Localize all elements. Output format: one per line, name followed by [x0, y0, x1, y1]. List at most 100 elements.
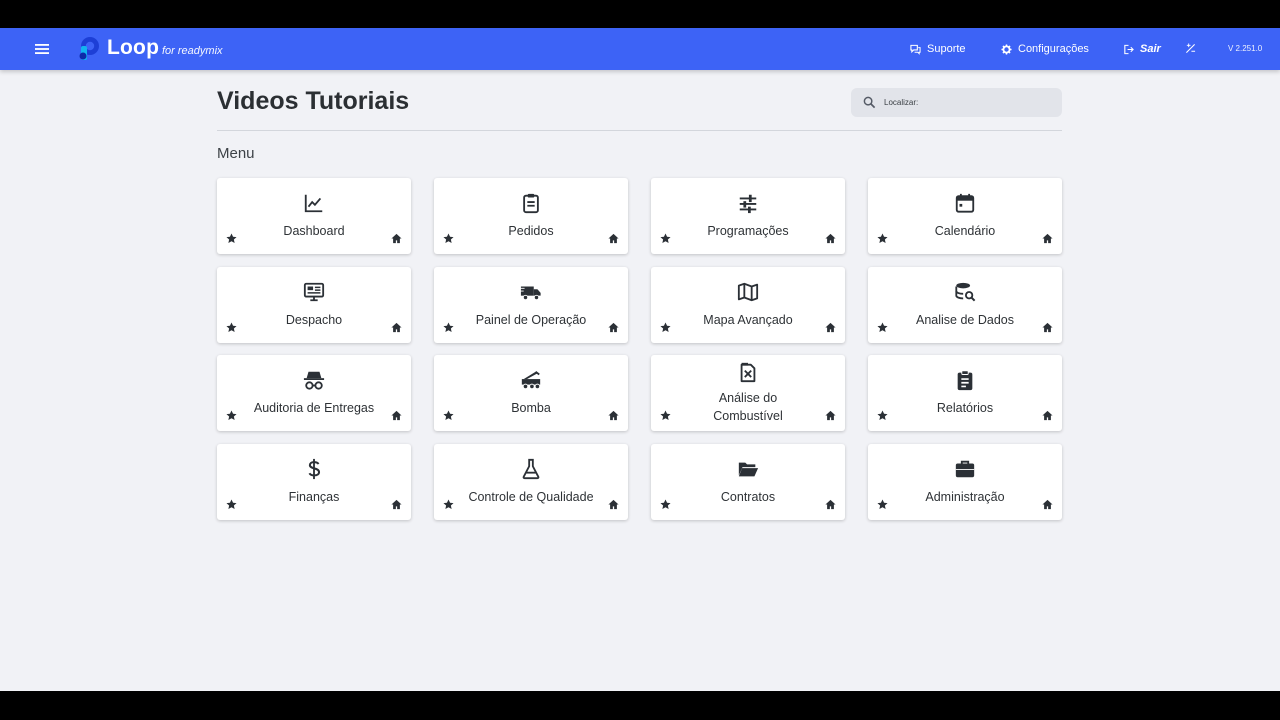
version-label: V 2.251.0: [1228, 44, 1263, 53]
star-icon[interactable]: [877, 410, 888, 421]
home-icon[interactable]: [825, 410, 836, 421]
star-icon[interactable]: [877, 233, 888, 244]
app-window: Loop for readymix Suporte Configurações: [0, 28, 1280, 691]
letterbox-bottom: [0, 691, 1280, 720]
home-icon[interactable]: [391, 233, 402, 244]
dollar-icon: [308, 458, 321, 479]
star-icon[interactable]: [877, 498, 888, 510]
map-icon: [737, 282, 759, 301]
card-contratos[interactable]: Contratos: [651, 443, 845, 520]
card-label: Administração: [925, 489, 1005, 504]
star-icon[interactable]: [443, 498, 454, 510]
card-calendario[interactable]: Calendário: [868, 178, 1062, 254]
home-icon[interactable]: [608, 233, 619, 244]
page-title: Videos Tutoriais: [217, 87, 410, 115]
card-bomba[interactable]: Bomba: [434, 355, 628, 431]
menu-card-grid: Dashboard Pedidos Programações Calendári…: [217, 178, 1062, 520]
card-label: Calendário: [934, 224, 996, 238]
search-box: [851, 88, 1062, 117]
star-icon[interactable]: [226, 233, 237, 244]
card-programacoes[interactable]: Programações: [651, 178, 845, 254]
palette-icon[interactable]: [1185, 43, 1196, 54]
top-navigation-bar: Loop for readymix Suporte Configurações: [0, 28, 1280, 70]
nav-configuracoes-label: Configurações: [1018, 43, 1089, 55]
card-controle-de-qualidade[interactable]: Controle de Qualidade: [434, 443, 628, 520]
nav-suporte[interactable]: Suporte: [910, 40, 966, 58]
star-icon[interactable]: [660, 410, 671, 421]
card-label: Programações: [707, 224, 789, 238]
home-icon[interactable]: [1042, 410, 1053, 421]
home-icon[interactable]: [608, 322, 619, 333]
star-icon[interactable]: [443, 410, 454, 421]
search-icon: [863, 96, 876, 109]
card-label: Analise de Dados: [916, 312, 1014, 327]
gear-icon: [1001, 43, 1012, 55]
star-icon[interactable]: [443, 321, 454, 333]
card-label: Bomba: [511, 401, 551, 415]
home-icon[interactable]: [825, 499, 836, 510]
card-mapa-avancado[interactable]: Mapa Avançado: [651, 266, 845, 343]
pump-truck-icon: [521, 371, 541, 390]
home-icon[interactable]: [391, 410, 402, 421]
loop-logo-icon: [79, 37, 99, 60]
star-icon[interactable]: [660, 498, 671, 510]
card-label: Análise do Combustível: [713, 391, 783, 423]
home-icon[interactable]: [391, 322, 402, 333]
search-input[interactable]: [884, 94, 1054, 111]
home-icon[interactable]: [825, 322, 836, 333]
schedule-sliders-icon: [739, 194, 757, 214]
star-icon[interactable]: [226, 321, 237, 333]
home-icon[interactable]: [825, 233, 836, 244]
card-label: Auditoria de Entregas: [253, 401, 375, 415]
calendar-icon: [955, 193, 975, 213]
card-label: Despacho: [285, 312, 343, 327]
card-pedidos[interactable]: Pedidos: [434, 178, 628, 254]
home-icon[interactable]: [1042, 499, 1053, 510]
card-dashboard[interactable]: Dashboard: [217, 178, 411, 254]
card-label: Mapa Avançado: [703, 312, 793, 327]
star-icon[interactable]: [443, 233, 454, 244]
chat-icon: [910, 44, 921, 55]
star-icon[interactable]: [226, 498, 237, 510]
folder-open-icon: [738, 462, 759, 476]
spy-icon: [303, 371, 325, 390]
letterbox-top: [0, 0, 1280, 28]
hamburger-icon[interactable]: [32, 39, 52, 59]
card-auditoria-de-entregas[interactable]: Auditoria de Entregas: [217, 355, 411, 431]
card-label: Dashboard: [283, 224, 345, 238]
nav-configuracoes[interactable]: Configurações: [1001, 40, 1089, 58]
star-icon[interactable]: [226, 410, 237, 421]
card-despacho[interactable]: Despacho: [217, 266, 411, 343]
star-icon[interactable]: [877, 321, 888, 333]
nav-suporte-label: Suporte: [927, 43, 966, 55]
card-label: Painel de Operação: [475, 312, 587, 327]
monitor-icon: [303, 282, 325, 301]
card-painel-de-operacao[interactable]: Painel de Operação: [434, 266, 628, 343]
card-analise-do-combustivel[interactable]: Análise do Combustível: [651, 355, 845, 431]
title-divider: [217, 130, 1062, 131]
truck-icon: [520, 286, 541, 300]
card-label: Pedidos: [508, 224, 554, 238]
home-icon[interactable]: [608, 499, 619, 510]
card-analise-de-dados[interactable]: Analise de Dados: [868, 266, 1062, 343]
home-icon[interactable]: [1042, 322, 1053, 333]
fuel-icon: [740, 362, 756, 383]
home-icon[interactable]: [391, 499, 402, 510]
card-label: Relatórios: [936, 401, 994, 415]
star-icon[interactable]: [660, 233, 671, 244]
nav-sair[interactable]: Sair: [1123, 40, 1161, 58]
card-relatorios[interactable]: Relatórios: [868, 355, 1062, 431]
database-search-icon: [955, 282, 976, 301]
chart-line-icon: [304, 194, 323, 213]
card-administracao[interactable]: Administração: [868, 443, 1062, 520]
logo-text: Loop: [107, 36, 160, 59]
star-icon[interactable]: [660, 321, 671, 333]
flask-icon: [522, 458, 540, 479]
logo-subtitle: for readymix: [162, 45, 223, 57]
card-financas[interactable]: Finanças: [217, 443, 411, 520]
nav-sair-label: Sair: [1140, 43, 1161, 55]
home-icon[interactable]: [608, 410, 619, 421]
report-icon: [957, 370, 973, 391]
card-label: Finanças: [288, 489, 340, 504]
home-icon[interactable]: [1042, 233, 1053, 244]
